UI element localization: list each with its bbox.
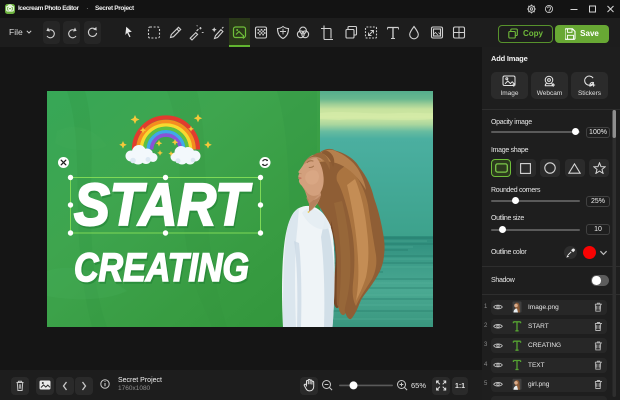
svg-text:CREATING: CREATING [74, 246, 249, 290]
svg-text:START: START [74, 171, 252, 238]
